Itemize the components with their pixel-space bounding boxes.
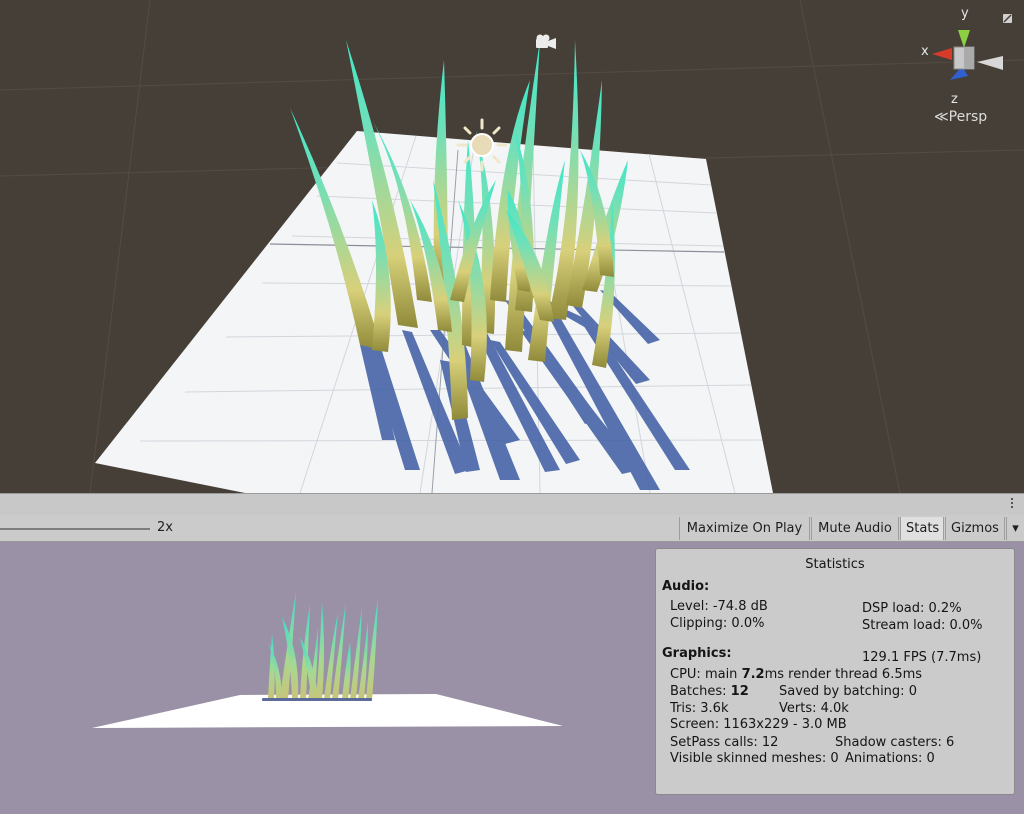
more-options-icon[interactable] — [1011, 498, 1014, 512]
lock-icon[interactable] — [1003, 14, 1012, 23]
maximize-on-play-button[interactable]: Maximize On Play — [679, 517, 810, 540]
scale-slider[interactable] — [0, 528, 150, 530]
game-toolbar: 2x Maximize On Play Mute Audio Stats Giz… — [0, 515, 1024, 542]
mute-audio-button[interactable]: Mute Audio — [811, 517, 899, 540]
scene-view[interactable]: y x z ≪Persp — [0, 0, 1024, 493]
axis-x-label: x — [921, 44, 929, 59]
stats-button[interactable]: Stats — [900, 517, 944, 540]
gizmos-button[interactable]: Gizmos — [945, 517, 1005, 540]
statistics-title: Statistics — [805, 557, 865, 572]
gizmos-dropdown-icon[interactable]: ▾ — [1006, 517, 1024, 540]
camera-icon[interactable] — [536, 34, 556, 50]
graphics-verts: Verts: 4.0k — [779, 701, 849, 716]
graphics-animations: Animations: 0 — [845, 751, 935, 766]
statistics-panel: Statistics Audio: Level: -74.8 dB DSP lo… — [655, 548, 1015, 795]
graphics-setpass-calls: SetPass calls: 12 — [670, 735, 779, 750]
graphics-shadow-casters: Shadow casters: 6 — [835, 735, 955, 750]
audio-dsp-load: DSP load: 0.2% — [862, 601, 962, 616]
game-grass-shadows — [262, 698, 372, 701]
projection-label: Persp — [948, 109, 988, 125]
scale-value: 2x — [157, 520, 173, 535]
graphics-saved-by-batching: Saved by batching: 0 — [779, 684, 917, 699]
audio-stream-load: Stream load: 0.0% — [862, 618, 983, 633]
game-grass — [268, 592, 378, 700]
graphics-tris: Tris: 3.6k — [670, 701, 729, 716]
projection-toggle[interactable]: ≪Persp — [934, 109, 987, 125]
axis-z-label: z — [951, 92, 958, 107]
audio-clipping: Clipping: 0.0% — [670, 616, 765, 631]
game-view[interactable]: Statistics Audio: Level: -74.8 dB DSP lo… — [0, 542, 1024, 814]
graphics-screen: Screen: 1163x229 - 3.0 MB — [670, 717, 847, 732]
orientation-gizmo[interactable] — [932, 30, 1003, 80]
panel-splitter[interactable] — [0, 493, 1024, 515]
axis-y-label: y — [961, 6, 969, 21]
audio-level: Level: -74.8 dB — [670, 599, 768, 614]
perspective-icon: ≪ — [934, 109, 949, 125]
graphics-batches: Batches: 12 — [670, 684, 749, 699]
sun-light-icon[interactable] — [456, 118, 508, 172]
graphics-cpu: CPU: main 7.2ms render thread 6.5ms — [670, 667, 923, 682]
audio-heading: Audio: — [662, 579, 710, 594]
graphics-visible-skinned-meshes: Visible skinned meshes: 0 — [670, 751, 839, 766]
scene-canvas[interactable] — [0, 0, 1024, 493]
graphics-heading: Graphics: — [662, 646, 732, 661]
graphics-fps: 129.1 FPS (7.7ms) — [862, 650, 982, 665]
